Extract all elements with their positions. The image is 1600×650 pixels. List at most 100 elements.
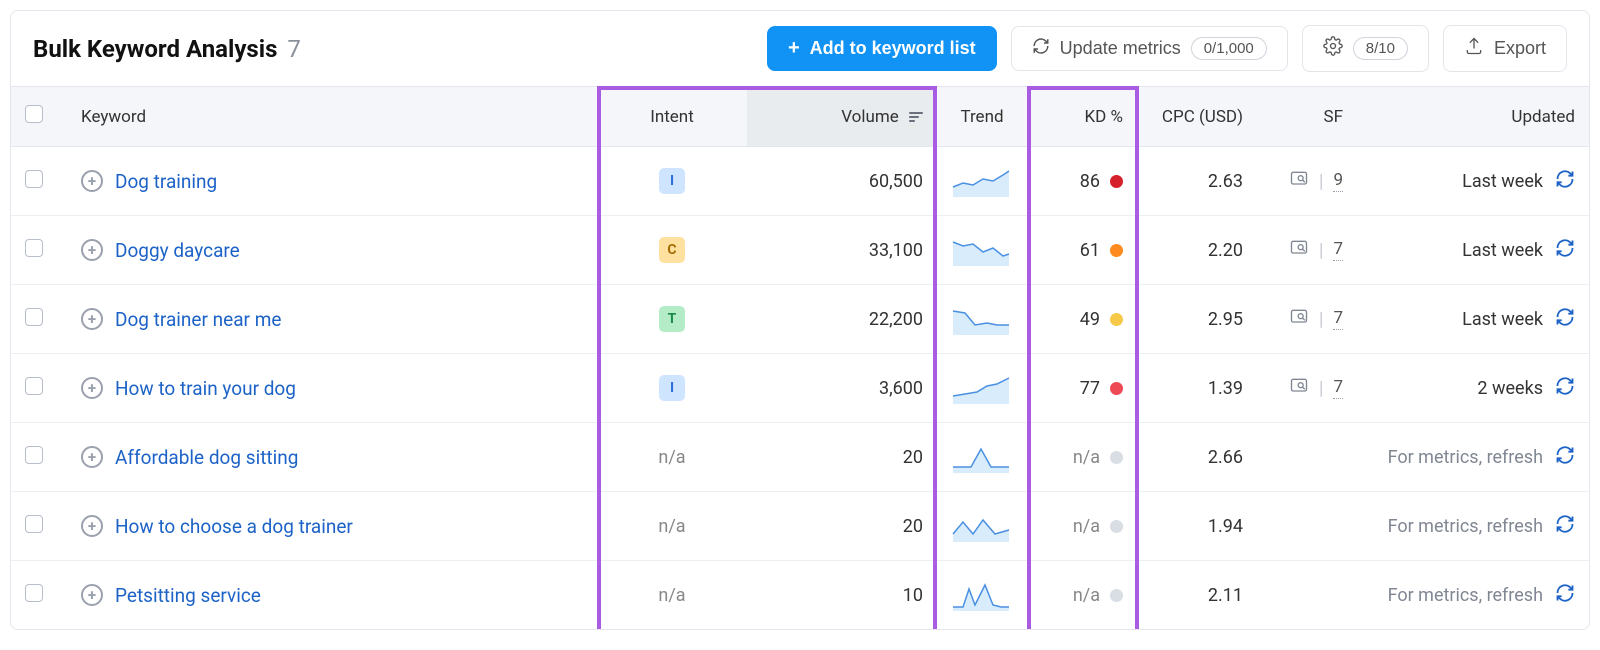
cpc-value: 2.20	[1137, 216, 1257, 285]
export-button-label: Export	[1494, 38, 1546, 59]
updated-text: Last week	[1462, 240, 1543, 261]
kd-difficulty-dot	[1110, 244, 1123, 257]
refresh-row-icon[interactable]	[1555, 169, 1575, 194]
volume-value: 22,200	[747, 285, 937, 354]
table-row: + How to train your dog I 3,600 77 1.39 …	[11, 354, 1589, 423]
table-container: Keyword Intent Volume Trend KD % CPC (US…	[11, 86, 1589, 629]
kd-difficulty-dot	[1110, 589, 1123, 602]
serp-features-icon[interactable]	[1289, 307, 1309, 332]
updated-text: Last week	[1462, 171, 1543, 192]
kd-value: n/a	[1073, 447, 1100, 468]
volume-value: 60,500	[747, 147, 937, 216]
refresh-row-icon[interactable]	[1555, 238, 1575, 263]
row-checkbox[interactable]	[25, 377, 43, 395]
col-kd[interactable]: KD %	[1027, 87, 1137, 147]
volume-value: 10	[747, 561, 937, 630]
keyword-link[interactable]: Affordable dog sitting	[115, 446, 298, 469]
sf-count[interactable]: 7	[1333, 308, 1343, 330]
row-checkbox[interactable]	[25, 239, 43, 257]
columns-pill: 8/10	[1353, 37, 1408, 60]
table-row: + Affordable dog sitting n/a 20 n/a 2.66…	[11, 423, 1589, 492]
cpc-value: 1.94	[1137, 492, 1257, 561]
col-cpc[interactable]: CPC (USD)	[1137, 87, 1257, 147]
updated-text: For metrics, refresh	[1388, 516, 1543, 537]
sort-desc-icon	[909, 110, 923, 124]
intent-badge: I	[659, 375, 685, 401]
serp-features-icon[interactable]	[1289, 238, 1309, 263]
expand-row-icon[interactable]: +	[81, 515, 103, 537]
volume-value: 20	[747, 492, 937, 561]
export-button[interactable]: Export	[1443, 25, 1567, 72]
volume-value: 3,600	[747, 354, 937, 423]
intent-na: n/a	[658, 447, 685, 468]
col-trend[interactable]: Trend	[937, 87, 1027, 147]
checkbox-icon[interactable]	[25, 105, 43, 123]
row-checkbox[interactable]	[25, 170, 43, 188]
col-updated[interactable]: Updated	[1357, 87, 1589, 147]
intent-badge: C	[659, 237, 685, 263]
row-checkbox[interactable]	[25, 515, 43, 533]
table-row: + Dog trainer near me T 22,200 49 2.95 |…	[11, 285, 1589, 354]
intent-badge: T	[659, 306, 685, 332]
keyword-link[interactable]: Doggy daycare	[115, 239, 240, 262]
row-checkbox[interactable]	[25, 584, 43, 602]
col-volume[interactable]: Volume	[747, 87, 937, 147]
table-row: + How to choose a dog trainer n/a 20 n/a…	[11, 492, 1589, 561]
keyword-table: Keyword Intent Volume Trend KD % CPC (US…	[11, 86, 1589, 629]
kd-difficulty-dot	[1110, 175, 1123, 188]
refresh-row-icon[interactable]	[1555, 376, 1575, 401]
updated-text: Last week	[1462, 309, 1543, 330]
row-checkbox[interactable]	[25, 308, 43, 326]
expand-row-icon[interactable]: +	[81, 377, 103, 399]
page-title: Bulk Keyword Analysis 7	[33, 35, 301, 63]
expand-row-icon[interactable]: +	[81, 170, 103, 192]
col-keyword[interactable]: Keyword	[67, 87, 597, 147]
update-metrics-button[interactable]: Update metrics 0/1,000	[1011, 26, 1288, 71]
gear-icon	[1323, 36, 1343, 61]
kd-value: 77	[1080, 378, 1100, 399]
title-text: Bulk Keyword Analysis	[33, 35, 277, 63]
col-intent[interactable]: Intent	[597, 87, 747, 147]
expand-row-icon[interactable]: +	[81, 446, 103, 468]
export-icon	[1464, 36, 1484, 61]
refresh-row-icon[interactable]	[1555, 583, 1575, 608]
expand-row-icon[interactable]: +	[81, 584, 103, 606]
cpc-value: 2.66	[1137, 423, 1257, 492]
sf-count[interactable]: 7	[1333, 239, 1343, 261]
table-row: + Petsitting service n/a 10 n/a 2.11 For…	[11, 561, 1589, 630]
kd-value: 49	[1080, 309, 1100, 330]
col-sf[interactable]: SF	[1257, 87, 1357, 147]
keyword-link[interactable]: How to train your dog	[115, 377, 296, 400]
intent-na: n/a	[658, 516, 685, 537]
refresh-row-icon[interactable]	[1555, 307, 1575, 332]
title-count: 7	[287, 35, 301, 63]
kd-difficulty-dot	[1110, 451, 1123, 464]
trend-sparkline	[951, 165, 1011, 197]
sf-count[interactable]: 9	[1333, 170, 1343, 192]
row-checkbox[interactable]	[25, 446, 43, 464]
col-select-all[interactable]	[11, 87, 67, 147]
expand-row-icon[interactable]: +	[81, 239, 103, 261]
trend-sparkline	[951, 579, 1011, 611]
trend-sparkline	[951, 441, 1011, 473]
keyword-link[interactable]: How to choose a dog trainer	[115, 515, 353, 538]
table-row: + Dog training I 60,500 86 2.63 |9 Last …	[11, 147, 1589, 216]
kd-difficulty-dot	[1110, 382, 1123, 395]
serp-features-icon[interactable]	[1289, 169, 1309, 194]
keyword-link[interactable]: Petsitting service	[115, 584, 261, 607]
column-settings-button[interactable]: 8/10	[1302, 25, 1429, 72]
refresh-icon	[1032, 37, 1050, 60]
intent-na: n/a	[658, 585, 685, 606]
trend-sparkline	[951, 372, 1011, 404]
kd-value: n/a	[1073, 585, 1100, 606]
trend-sparkline	[951, 303, 1011, 335]
sf-count[interactable]: 7	[1333, 377, 1343, 399]
intent-badge: I	[659, 168, 685, 194]
keyword-link[interactable]: Dog training	[115, 170, 217, 193]
refresh-row-icon[interactable]	[1555, 514, 1575, 539]
expand-row-icon[interactable]: +	[81, 308, 103, 330]
refresh-row-icon[interactable]	[1555, 445, 1575, 470]
serp-features-icon[interactable]	[1289, 376, 1309, 401]
keyword-link[interactable]: Dog trainer near me	[115, 308, 281, 331]
add-to-keyword-list-button[interactable]: + Add to keyword list	[767, 26, 997, 71]
